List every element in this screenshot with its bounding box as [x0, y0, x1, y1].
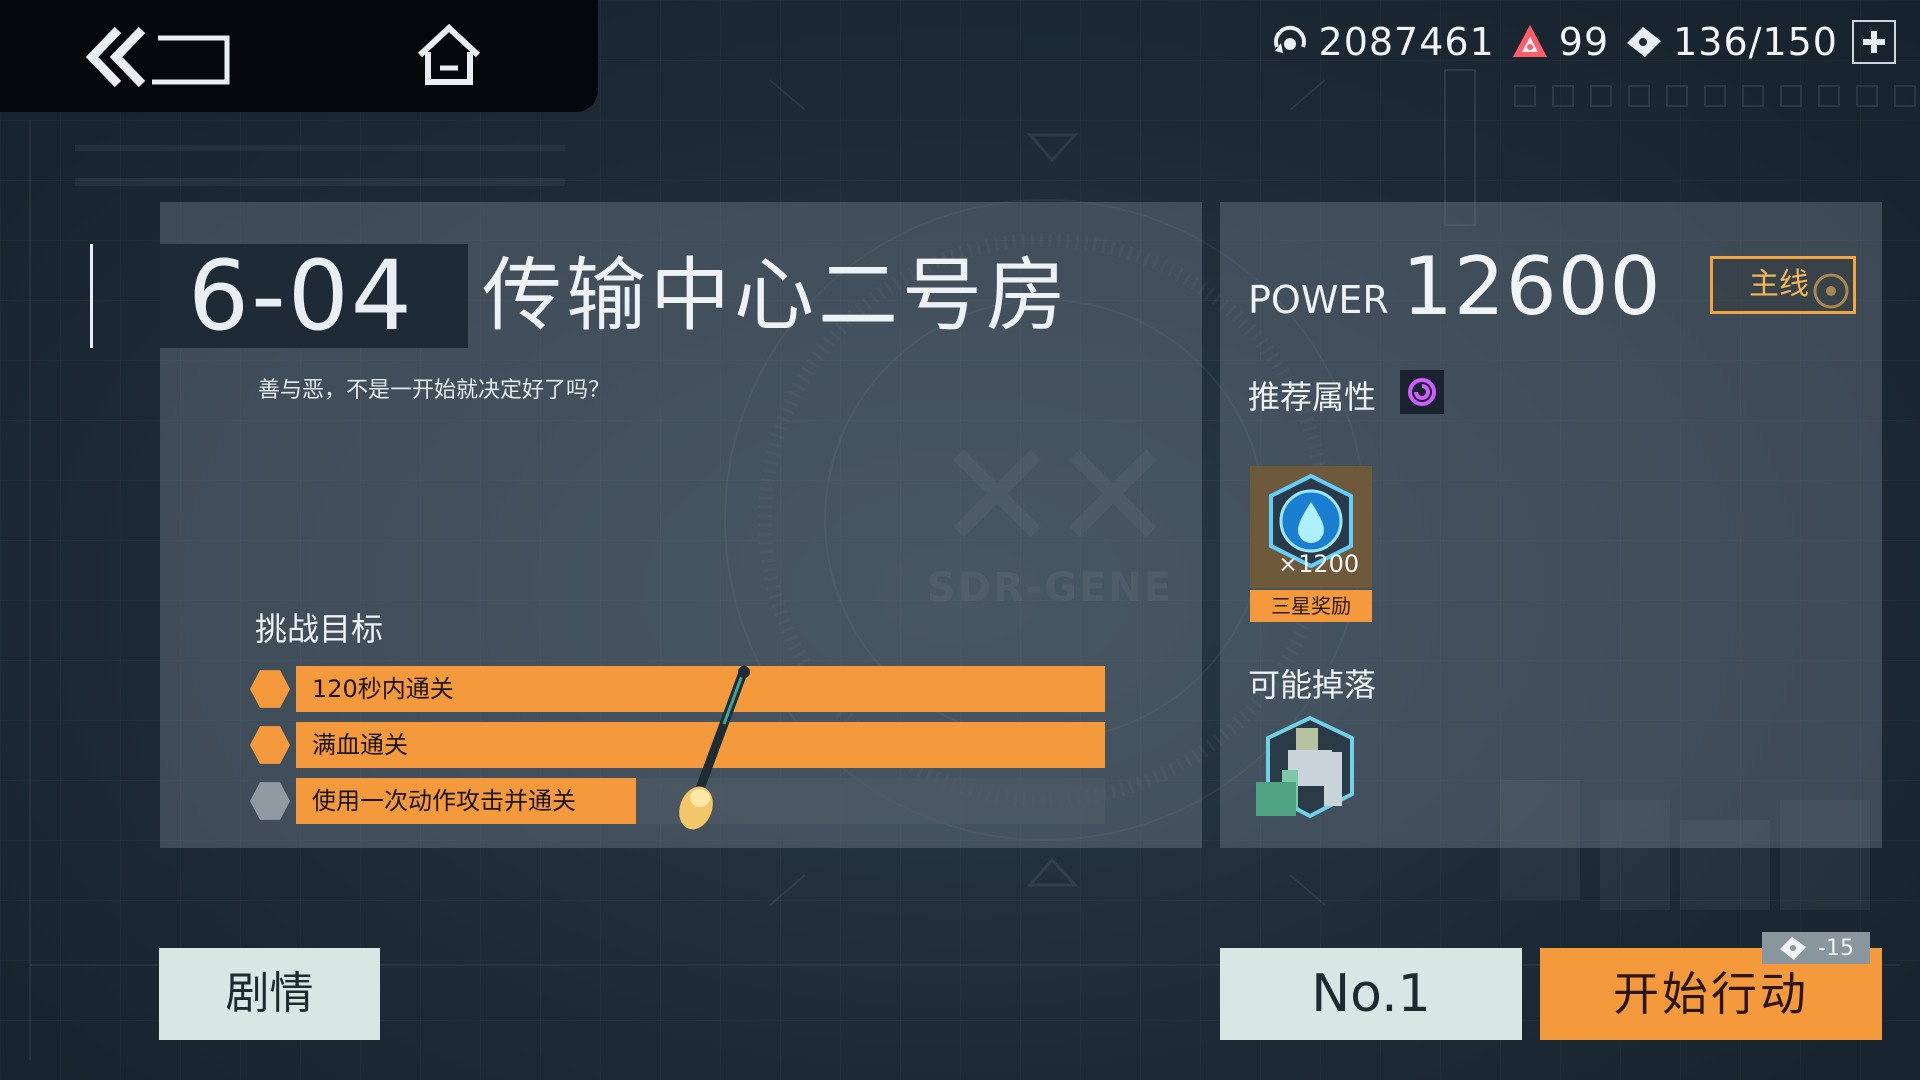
back-button[interactable]: [84, 24, 234, 90]
coin-ring-icon: [1269, 21, 1311, 63]
paint-brush-icon: [679, 665, 750, 830]
possible-drop-item[interactable]: [1248, 712, 1378, 830]
stamina-cost-value: -15: [1818, 935, 1854, 961]
stage-code-box: 6-04: [160, 244, 468, 348]
three-star-reward-card[interactable]: ×1200: [1250, 466, 1372, 588]
stamina-counter: 136/150: [1623, 20, 1838, 64]
plus-icon: [1863, 31, 1885, 53]
home-button[interactable]: [414, 22, 484, 88]
ticket-icon: [1780, 937, 1807, 960]
top-nav-bar: [0, 0, 598, 112]
double-chevron-back-icon: [85, 26, 230, 88]
crystals-value: 99: [1558, 20, 1610, 64]
mech-robot-icon: [1256, 715, 1354, 819]
possible-drops-label: 可能掉落: [1248, 666, 1377, 704]
objective-label: 满血通关: [312, 731, 408, 759]
objective-complete-hex-icon: [250, 726, 290, 764]
red-triangle-crystal-icon: [1509, 21, 1551, 63]
coins-counter: 2087461: [1269, 20, 1495, 64]
stamina-value: 136/150: [1673, 20, 1838, 64]
ticket-icon: [1623, 21, 1665, 63]
objective-complete-hex-icon: [250, 670, 290, 708]
power-value: 12600: [1402, 240, 1662, 333]
recommended-attribute-label: 推荐属性: [1248, 378, 1377, 416]
mainline-tag-label: 主线: [1749, 267, 1809, 302]
stamina-cost-tag: -15: [1762, 932, 1870, 964]
power-label: POWER: [1248, 278, 1389, 322]
objectives-title: 挑战目标: [255, 610, 384, 648]
mainline-emblem-icon: [1813, 273, 1849, 309]
home-icon: [417, 23, 481, 85]
plot-button[interactable]: 剧情: [159, 948, 380, 1040]
stage-name: 传输中心二号房: [482, 249, 1070, 342]
objective-label: 120秒内通关: [312, 675, 454, 703]
three-star-reward-badge: 三星奖励: [1250, 590, 1372, 622]
crystals-counter: 99: [1509, 20, 1609, 64]
stage-code: 6-04: [188, 240, 414, 352]
title-accent-line: [90, 244, 93, 348]
purple-swirl-icon: [1400, 370, 1444, 414]
coins-value: 2087461: [1318, 20, 1495, 64]
rank-button[interactable]: No.1: [1220, 948, 1522, 1040]
objective-label: 使用一次动作攻击并通关: [312, 787, 576, 815]
add-stamina-button[interactable]: [1852, 20, 1896, 64]
reward-quantity: ×1200: [1278, 550, 1360, 578]
objective-incomplete-hex-icon: [250, 782, 290, 820]
stage-description: 善与恶，不是一开始就决定好了吗？: [258, 378, 611, 403]
mainline-tag: 主线: [1710, 256, 1856, 314]
currency-bar: 2087461 99 136/150: [1255, 14, 1896, 70]
